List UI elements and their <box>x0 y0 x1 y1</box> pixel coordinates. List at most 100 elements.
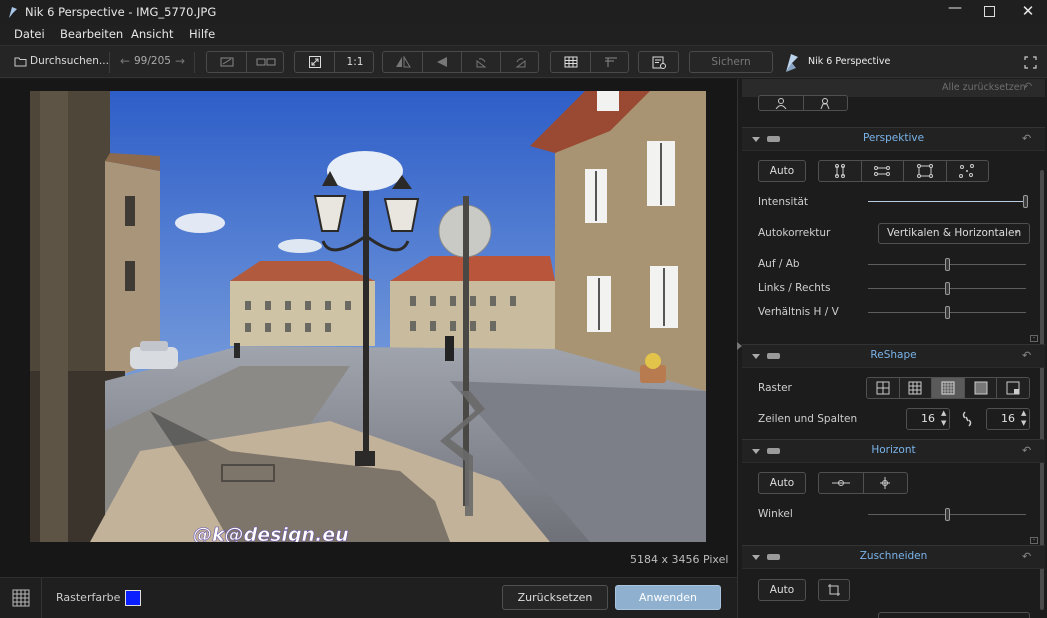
crop-auto-button[interactable]: Auto <box>758 579 806 601</box>
apply-button[interactable]: Anwenden <box>615 585 721 610</box>
horizontal-lines-icon <box>874 166 891 176</box>
spin-up-icon[interactable]: ▲ <box>941 409 946 417</box>
minimize-button[interactable]: — <box>945 0 965 25</box>
slider-handle[interactable] <box>944 508 950 521</box>
menu-bearbeiten[interactable]: Bearbeiten <box>60 27 123 41</box>
rows-value: 16 <box>921 412 935 425</box>
menu-bar: Datei Bearbeiten Ansicht Hilfe <box>0 25 1047 45</box>
horizon-vertical-button[interactable] <box>862 473 908 493</box>
watermark: @k@design.eu <box>193 524 349 542</box>
autocorrect-dropdown[interactable]: Vertikalen & Horizontalen ⌄ <box>878 223 1030 244</box>
maximize-button[interactable] <box>984 6 995 17</box>
close-button[interactable]: ✕ <box>1020 2 1036 22</box>
leftright-slider[interactable] <box>868 281 1026 296</box>
grid-type-fine-button[interactable] <box>931 378 964 398</box>
grid-type-group <box>866 377 1030 399</box>
ratio-slider[interactable] <box>868 305 1026 320</box>
grid-color-swatch[interactable] <box>125 590 141 606</box>
grid-type-solid-button[interactable] <box>963 378 997 398</box>
autocorrect-value: Vertikalen & Horizontalen <box>887 227 1022 239</box>
rotate-right-button[interactable] <box>500 52 540 72</box>
rows-spinner[interactable]: 16 ▲ ▼ <box>906 408 950 430</box>
vertical-correction-button[interactable] <box>819 161 861 181</box>
grid-toggle-button[interactable] <box>551 52 590 72</box>
rectangle-correction-button[interactable] <box>903 161 946 181</box>
settings-group <box>638 51 679 73</box>
reset-button[interactable]: Zurücksetzen <box>502 585 608 610</box>
cols-spinner[interactable]: 16 ▲ ▼ <box>986 408 1030 430</box>
crop-ratio-dropdown[interactable] <box>878 612 1030 618</box>
spin-up-icon[interactable]: ▲ <box>1021 409 1026 417</box>
perspective-section-header[interactable]: Perspektive ↶ <box>742 127 1045 151</box>
grid-type-custom-button[interactable] <box>996 378 1029 398</box>
spin-down-icon[interactable]: ▼ <box>1021 419 1026 427</box>
horizon-tool-group <box>818 472 908 494</box>
previous-arrow-icon[interactable]: ← <box>120 54 130 68</box>
browse-button[interactable]: Durchsuchen... <box>14 55 109 67</box>
reshape-section-header[interactable]: ReShape ↶ <box>742 344 1045 368</box>
collapse-section-icon[interactable]: - <box>1030 335 1038 342</box>
corner-points-icon <box>959 164 975 178</box>
slider-track[interactable] <box>868 201 1028 202</box>
compare-group <box>206 51 284 73</box>
horizon-auto-button[interactable]: Auto <box>758 472 806 494</box>
reset-icon[interactable]: ↶ <box>1022 132 1031 145</box>
reset-icon[interactable]: ↶ <box>1022 349 1031 362</box>
perspective-auto-button[interactable]: Auto <box>758 160 806 182</box>
fit-button[interactable] <box>295 52 334 72</box>
menu-ansicht[interactable]: Ansicht <box>131 27 173 41</box>
leftright-label: Links / Rechts <box>758 282 831 294</box>
settings-button[interactable] <box>639 52 678 72</box>
reset-icon[interactable]: ↶ <box>1022 444 1031 457</box>
compare-split-icon <box>256 58 276 66</box>
slider-handle[interactable] <box>1023 195 1028 208</box>
rotate-left-button[interactable] <box>461 52 500 72</box>
menu-datei[interactable]: Datei <box>14 27 45 41</box>
horizontal-correction-button[interactable] <box>860 161 904 181</box>
grid-type-3x3-button[interactable] <box>898 378 932 398</box>
slider-handle[interactable] <box>944 258 950 271</box>
zoom-group: 1:1 <box>294 51 374 73</box>
menu-hilfe[interactable]: Hilfe <box>189 27 215 41</box>
link-icon[interactable] <box>961 410 973 428</box>
grid-overlay-icon[interactable] <box>12 589 30 607</box>
horizon-line-button[interactable] <box>819 473 863 493</box>
panel-scrollbar[interactable] <box>1040 170 1044 610</box>
zoom-100-button[interactable]: 1:1 <box>334 52 375 72</box>
reset-all-button[interactable]: Alle zurücksetzen <box>942 82 1026 93</box>
person-icon <box>820 98 830 109</box>
crop-button[interactable] <box>819 580 849 600</box>
grid-icon <box>564 56 577 68</box>
fullscreen-icon[interactable] <box>1024 56 1037 69</box>
person-select-button[interactable] <box>802 96 848 110</box>
compare-single-button[interactable] <box>207 52 246 72</box>
next-arrow-icon[interactable]: → <box>175 54 185 68</box>
title-bar: Nik 6 Perspective - IMG_5770.JPG — ✕ <box>0 0 1047 25</box>
save-button[interactable]: Sichern <box>689 51 773 73</box>
intensity-slider[interactable] <box>868 194 1028 209</box>
free-correction-button[interactable] <box>945 161 989 181</box>
slider-handle[interactable] <box>944 282 950 295</box>
bottom-bar: Rasterfarbe Zurücksetzen Anwenden <box>0 577 737 618</box>
slider-handle[interactable] <box>944 306 950 319</box>
photo-preview[interactable]: @k@design.eu <box>30 91 706 542</box>
collapse-section-icon[interactable]: - <box>1030 537 1038 544</box>
grid-solid-icon <box>974 381 988 395</box>
grid-2x2-icon <box>876 381 890 395</box>
image-dimensions: 5184 x 3456 Pixel <box>630 553 729 566</box>
flip-vertical-icon <box>437 57 447 67</box>
guides-button[interactable] <box>590 52 630 72</box>
grid-type-2x2-button[interactable] <box>867 378 899 398</box>
crop-section-header[interactable]: Zuschneiden ↶ <box>742 545 1045 569</box>
spin-down-icon[interactable]: ▼ <box>941 419 946 427</box>
horizon-section-header[interactable]: Horizont ↶ <box>742 439 1045 463</box>
flip-horizontal-button[interactable] <box>383 52 422 72</box>
flip-vertical-button[interactable] <box>422 52 461 72</box>
updown-slider[interactable] <box>868 257 1026 272</box>
reset-icon[interactable]: ↶ <box>1022 550 1031 563</box>
person-detect-button[interactable] <box>759 96 803 110</box>
angle-slider[interactable] <box>868 507 1026 522</box>
reset-all-icon[interactable]: ↶ <box>1023 80 1032 93</box>
chevron-down-icon: ⌄ <box>1013 226 1021 236</box>
compare-split-button[interactable] <box>246 52 285 72</box>
